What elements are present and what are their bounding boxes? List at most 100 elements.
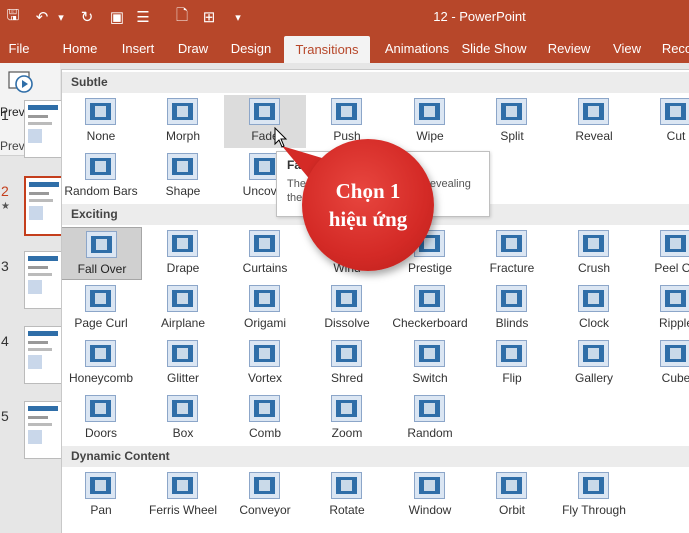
transition-label: Wipe bbox=[416, 129, 444, 143]
tab-reco[interactable]: Reco bbox=[657, 34, 689, 63]
transition-box[interactable]: Box bbox=[142, 392, 224, 445]
transition-wipe[interactable]: Wipe bbox=[389, 95, 471, 148]
transition-label: Conveyor bbox=[239, 503, 291, 517]
transition-ferris-wheel[interactable]: Ferris Wheel bbox=[142, 469, 224, 522]
transition-label: Curtains bbox=[242, 261, 288, 275]
transition-random-bars[interactable]: Random Bars bbox=[62, 150, 142, 203]
clock-icon bbox=[578, 285, 609, 312]
transition-drape[interactable]: Drape bbox=[142, 227, 224, 280]
none-icon bbox=[85, 98, 116, 125]
transition-reveal[interactable]: Reveal bbox=[553, 95, 635, 148]
annotation-callout: Chọn 1 hiệu ứng bbox=[302, 139, 434, 271]
transition-flip[interactable]: Flip bbox=[471, 337, 553, 390]
ribbon-tabs: File Home Insert Draw Design Transitions Anima… bbox=[0, 34, 689, 63]
transition-honeycomb[interactable]: Honeycomb bbox=[62, 337, 142, 390]
transition-fade[interactable]: Fade bbox=[224, 95, 306, 148]
transition-label: Airplane bbox=[160, 316, 206, 330]
gallery-icon bbox=[578, 340, 609, 367]
transition-switch[interactable]: Switch bbox=[389, 337, 471, 390]
tab-home[interactable]: Home bbox=[56, 34, 104, 63]
transition-label: Gallery bbox=[574, 371, 613, 385]
tab-animations[interactable]: Animations bbox=[370, 34, 464, 63]
transition-split[interactable]: Split bbox=[471, 95, 553, 148]
transition-vortex[interactable]: Vortex bbox=[224, 337, 306, 390]
peel-off-icon bbox=[660, 230, 689, 257]
tab-view[interactable]: View bbox=[607, 34, 647, 63]
blinds-icon bbox=[496, 285, 527, 312]
tab-design[interactable]: Design bbox=[225, 34, 277, 63]
document-title: 12 - PowerPoint bbox=[433, 9, 526, 24]
transition-fly-through[interactable]: Fly Through bbox=[553, 469, 635, 522]
transition-page-curl[interactable]: Page Curl bbox=[62, 282, 142, 335]
transition-airplane[interactable]: Airplane bbox=[142, 282, 224, 335]
ferris-wheel-icon bbox=[167, 472, 198, 499]
transition-gallery[interactable]: Gallery bbox=[553, 337, 635, 390]
transition-shape[interactable]: Shape bbox=[142, 150, 224, 203]
split-icon bbox=[496, 98, 527, 125]
slide-thumbnail-4[interactable] bbox=[24, 326, 64, 384]
transition-label: Blinds bbox=[495, 316, 529, 330]
transition-glitter[interactable]: Glitter bbox=[142, 337, 224, 390]
transition-rotate[interactable]: Rotate bbox=[306, 469, 388, 522]
transition-label: Dissolve bbox=[324, 316, 370, 330]
transition-none[interactable]: None bbox=[62, 95, 142, 148]
tab-file[interactable]: File bbox=[0, 34, 38, 63]
transition-window[interactable]: Window bbox=[389, 469, 471, 522]
tab-transitions[interactable]: Transitions bbox=[284, 36, 370, 63]
transition-orbit[interactable]: Orbit bbox=[471, 469, 553, 522]
slide-number-3: 3 bbox=[1, 258, 9, 274]
transition-random[interactable]: Random bbox=[389, 392, 471, 445]
transition-shred[interactable]: Shred bbox=[306, 337, 388, 390]
slide-thumbnail-2[interactable] bbox=[24, 176, 66, 236]
rotate-icon bbox=[331, 472, 362, 499]
transition-morph[interactable]: Morph bbox=[142, 95, 224, 148]
transition-label: Comb bbox=[248, 426, 281, 440]
preview-icon[interactable] bbox=[8, 69, 34, 95]
transition-label: Prestige bbox=[407, 261, 453, 275]
curtains-icon bbox=[249, 230, 280, 257]
transition-crush[interactable]: Crush bbox=[553, 227, 635, 280]
transition-label: Switch bbox=[412, 371, 448, 385]
transition-checkerboard[interactable]: Checkerboard bbox=[389, 282, 471, 335]
transition-peel-off[interactable]: Peel Off bbox=[635, 227, 689, 280]
checkerboard-icon bbox=[414, 285, 445, 312]
transition-cut[interactable]: Cut bbox=[635, 95, 689, 148]
transition-zoom[interactable]: Zoom bbox=[306, 392, 388, 445]
transition-label: Shred bbox=[330, 371, 364, 385]
tab-slide-show[interactable]: Slide Show bbox=[460, 34, 528, 63]
transition-fracture[interactable]: Fracture bbox=[471, 227, 553, 280]
transition-cube[interactable]: Cube bbox=[635, 337, 689, 390]
transition-dissolve[interactable]: Dissolve bbox=[306, 282, 388, 335]
transition-pan[interactable]: Pan bbox=[62, 469, 142, 522]
tab-insert[interactable]: Insert bbox=[116, 34, 160, 63]
transition-ripple[interactable]: Ripple bbox=[635, 282, 689, 335]
transition-label: Zoom bbox=[331, 426, 363, 440]
morph-icon bbox=[167, 98, 198, 125]
crush-icon bbox=[578, 230, 609, 257]
tab-draw[interactable]: Draw bbox=[171, 34, 215, 63]
transition-doors[interactable]: Doors bbox=[62, 392, 142, 445]
transition-clock[interactable]: Clock bbox=[553, 282, 635, 335]
transition-curtains[interactable]: Curtains bbox=[224, 227, 306, 280]
comb-icon bbox=[249, 395, 280, 422]
transition-fall-over[interactable]: Fall Over bbox=[62, 227, 142, 280]
transition-label: Pan bbox=[90, 503, 112, 517]
section-subtle: Subtle bbox=[62, 72, 689, 93]
transition-label: Ripple bbox=[658, 316, 689, 330]
transition-comb[interactable]: Comb bbox=[224, 392, 306, 445]
transition-label: Shape bbox=[165, 184, 201, 198]
slide-thumbnail-3[interactable] bbox=[24, 251, 64, 309]
transition-origami[interactable]: Origami bbox=[224, 282, 306, 335]
slide-thumbnail-1[interactable] bbox=[24, 100, 64, 158]
slide-thumbnails-pane: Preview Preview 1 2 ★ 3 4 5 bbox=[0, 63, 66, 532]
transition-label: Cut bbox=[666, 129, 686, 143]
slide-thumbnail-5[interactable] bbox=[24, 401, 64, 459]
tab-review[interactable]: Review bbox=[542, 34, 596, 63]
transition-blinds[interactable]: Blinds bbox=[471, 282, 553, 335]
switch-icon bbox=[414, 340, 445, 367]
fade-icon bbox=[249, 98, 280, 125]
glitter-icon bbox=[167, 340, 198, 367]
transition-conveyor[interactable]: Conveyor bbox=[224, 469, 306, 522]
box-icon bbox=[167, 395, 198, 422]
orbit-icon bbox=[496, 472, 527, 499]
